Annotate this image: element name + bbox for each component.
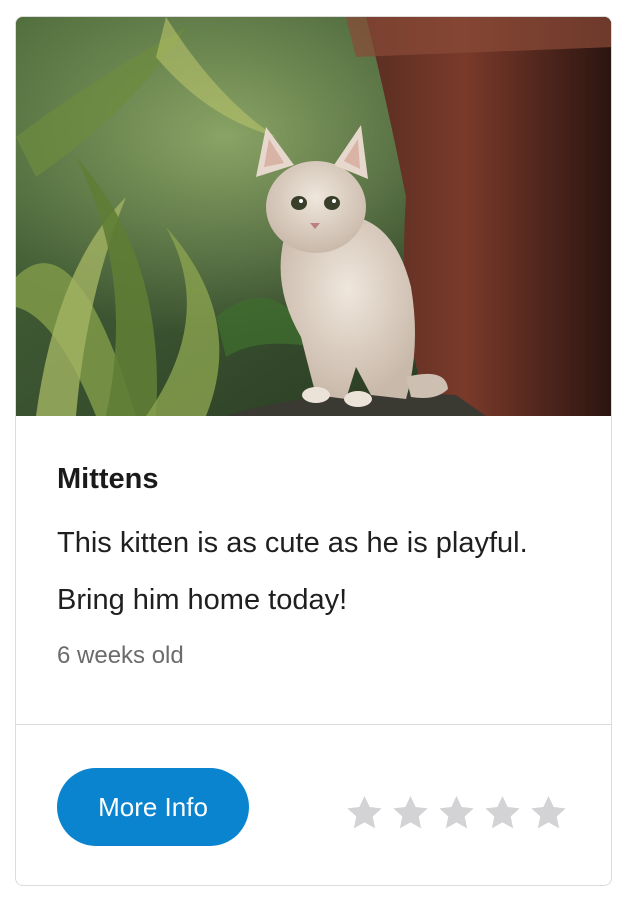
star-icon[interactable]: [482, 793, 523, 833]
pet-card: Mittens This kitten is as cute as he is …: [15, 16, 612, 886]
pet-description: This kitten is as cute as he is playful.…: [57, 527, 528, 616]
pet-name: Mittens: [57, 463, 159, 495]
star-rating[interactable]: [344, 793, 569, 833]
pet-age: 6 weeks old: [57, 642, 184, 669]
star-icon[interactable]: [436, 793, 477, 833]
star-icon[interactable]: [528, 793, 569, 833]
star-icon[interactable]: [344, 793, 385, 833]
card-footer: More Info: [16, 725, 611, 885]
more-info-button[interactable]: More Info: [57, 768, 249, 846]
card-body: Mittens This kitten is as cute as he is …: [16, 416, 611, 725]
star-icon[interactable]: [390, 793, 431, 833]
kitten-photo: [16, 17, 611, 416]
